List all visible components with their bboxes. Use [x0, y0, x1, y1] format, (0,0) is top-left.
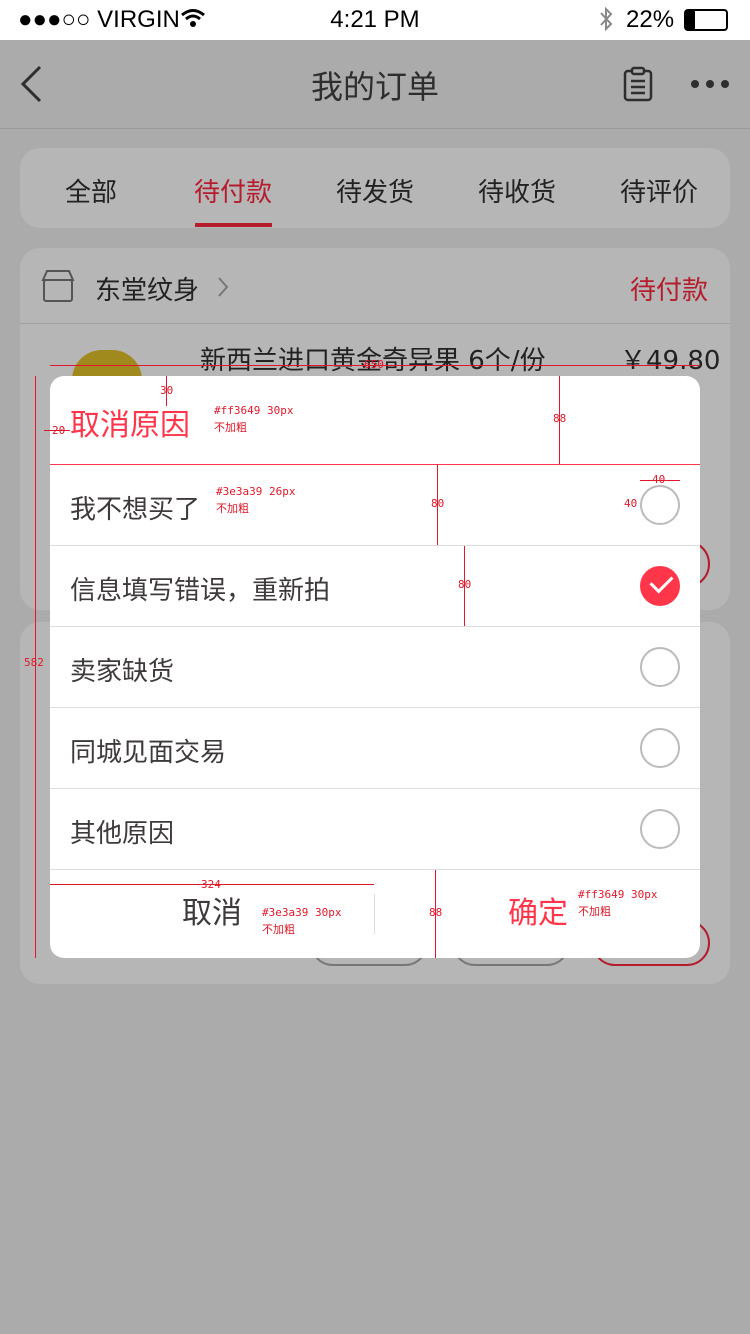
footer-divider: [374, 894, 375, 934]
annotation-title-weight: 不加粗: [214, 421, 247, 434]
bluetooth-icon: [600, 6, 613, 32]
annotation-item-color: #3e3a39 26px: [216, 485, 296, 498]
annotation-title-offset: 30: [160, 384, 174, 397]
annotation-width: 650: [364, 358, 384, 371]
annotation-title-height: 88: [553, 412, 567, 425]
tab-active-indicator: [195, 223, 272, 227]
confirm-button[interactable]: 确定: [376, 870, 700, 958]
clipboard-icon[interactable]: [622, 66, 654, 102]
shop-icon: [41, 270, 75, 302]
reason-label: 卖家缺货: [70, 657, 175, 687]
annotation-height: 582: [24, 656, 44, 669]
annotation-radio-width: 40: [652, 473, 666, 486]
reason-item[interactable]: 信息填写错误，重新拍: [50, 546, 700, 627]
tab-pending-payment[interactable]: 待付款: [173, 172, 293, 209]
dialog-title: 取消原因: [70, 408, 190, 443]
reason-item[interactable]: 我不想买了: [50, 465, 700, 546]
reason-item[interactable]: 其他原因: [50, 789, 700, 870]
chevron-right-icon: [218, 277, 229, 297]
tab-pending-shipment[interactable]: 待发货: [315, 172, 435, 209]
status-bar: ●●●○○ VIRGIN 4:21 PM 22%: [0, 0, 750, 40]
annotation-item-weight: 不加粗: [216, 502, 249, 515]
tab-all[interactable]: 全部: [31, 172, 151, 209]
tab-pending-receipt[interactable]: 待收货: [457, 172, 577, 209]
radio-icon[interactable]: [640, 728, 680, 768]
annotation-row-height: 80: [458, 578, 472, 591]
more-icon[interactable]: [690, 78, 730, 90]
annotation-radio-height: 40: [624, 497, 638, 510]
radio-icon[interactable]: [640, 647, 680, 687]
order-status: 待付款: [630, 276, 709, 306]
divider: [20, 323, 730, 324]
annotation-title-color: #ff3649 30px: [214, 404, 294, 417]
annotation-btn-height: 88: [429, 906, 443, 919]
annotation-row-height: 80: [431, 497, 445, 510]
reason-label: 同城见面交易: [70, 738, 227, 768]
annotation-confirm-weight: 不加粗: [578, 905, 611, 918]
cancel-reason-dialog: 取消原因 我不想买了 信息填写错误，重新拍 卖家缺货 同城见面交易 其他原因 取…: [50, 376, 700, 958]
radio-icon[interactable]: [640, 809, 680, 849]
tab-pending-review[interactable]: 待评价: [599, 172, 719, 209]
radio-checked-icon[interactable]: [640, 566, 680, 606]
checkmark-icon: [649, 569, 674, 594]
annotation-confirm-color: #ff3649 30px: [578, 888, 658, 901]
battery-icon: [684, 9, 728, 31]
reason-item[interactable]: 同城见面交易: [50, 708, 700, 789]
reason-item[interactable]: 卖家缺货: [50, 627, 700, 708]
annotation-btn-width: 324: [201, 878, 221, 891]
annotation-cancel-weight: 不加粗: [262, 923, 295, 936]
product-price: ￥49.80: [620, 346, 721, 376]
radio-icon[interactable]: [640, 485, 680, 525]
reason-label: 我不想买了: [70, 495, 201, 525]
reason-label: 其他原因: [70, 819, 175, 849]
reason-label: 信息填写错误，重新拍: [70, 576, 331, 606]
annotation-cancel-color: #3e3a39 30px: [262, 906, 342, 919]
battery-percent: 22%: [626, 6, 675, 33]
annotation-padding: 20: [52, 424, 66, 437]
shop-name[interactable]: 东堂纹身: [95, 270, 199, 307]
